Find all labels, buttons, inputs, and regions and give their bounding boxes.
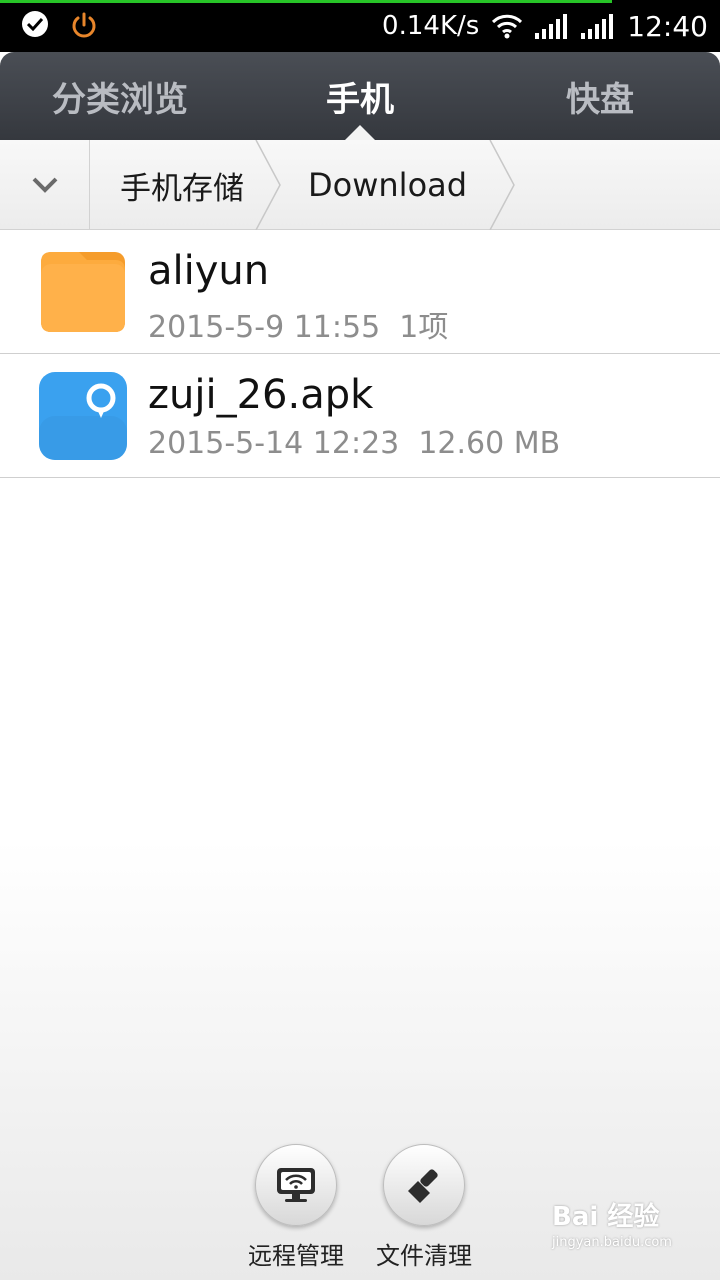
chevron-down-icon	[32, 177, 57, 193]
watermark-url: jingyan.baidu.com	[552, 1235, 672, 1250]
signal-icon	[581, 14, 614, 39]
file-name: aliyun	[148, 248, 270, 294]
progress-line	[0, 0, 612, 3]
power-icon	[72, 12, 96, 38]
breadcrumb-separator-icon	[489, 140, 515, 230]
file-name: zuji_26.apk	[148, 372, 374, 418]
file-clean-button[interactable]	[383, 1144, 465, 1226]
breadcrumb: 手机存储 Download	[0, 140, 720, 230]
baidu-watermark: Bai 经验 jingyan.baidu.com	[552, 1196, 712, 1266]
check-circle-icon	[22, 11, 48, 37]
active-tab-pointer	[344, 125, 376, 141]
file-clean-action[interactable]: 文件清理	[359, 1144, 489, 1271]
list-item[interactable]: aliyun 2015-5-9 11:55 1项	[0, 230, 720, 354]
net-speed: 0.14K/s	[382, 11, 480, 41]
folder-icon	[41, 252, 125, 332]
remote-manage-label: 远程管理	[248, 1242, 344, 1270]
wifi-icon	[492, 14, 523, 39]
breadcrumb-item-storage[interactable]: 手机存储	[120, 140, 244, 230]
top-tabs: 分类浏览 手机 快盘	[0, 52, 720, 141]
breadcrumb-dropdown-button[interactable]	[0, 140, 90, 230]
remote-manage-action[interactable]: 远程管理	[231, 1144, 361, 1271]
signal-icon	[535, 14, 568, 39]
breadcrumb-item-download[interactable]: Download	[308, 140, 467, 230]
watermark-logo: Bai 经验	[552, 1202, 660, 1232]
file-list: aliyun 2015-5-9 11:55 1项 zuji_26.apk 201…	[0, 230, 720, 478]
monitor-wifi-icon	[277, 1168, 315, 1202]
file-clean-label: 文件清理	[376, 1242, 472, 1270]
clock: 12:40	[627, 9, 708, 43]
remote-manage-button[interactable]	[255, 1144, 337, 1226]
file-meta: 2015-5-14 12:23 12.60 MB	[148, 426, 561, 461]
tab-category-browse[interactable]: 分类浏览	[0, 52, 240, 140]
breadcrumb-separator-icon	[255, 140, 281, 230]
tab-kuaipan[interactable]: 快盘	[480, 52, 720, 140]
broom-icon	[408, 1169, 438, 1203]
list-item[interactable]: zuji_26.apk 2015-5-14 12:23 12.60 MB	[0, 354, 720, 478]
status-bar: 0.14K/s 12:40	[0, 0, 720, 52]
apk-app-icon	[39, 372, 127, 460]
file-meta: 2015-5-9 11:55 1项	[148, 310, 449, 345]
